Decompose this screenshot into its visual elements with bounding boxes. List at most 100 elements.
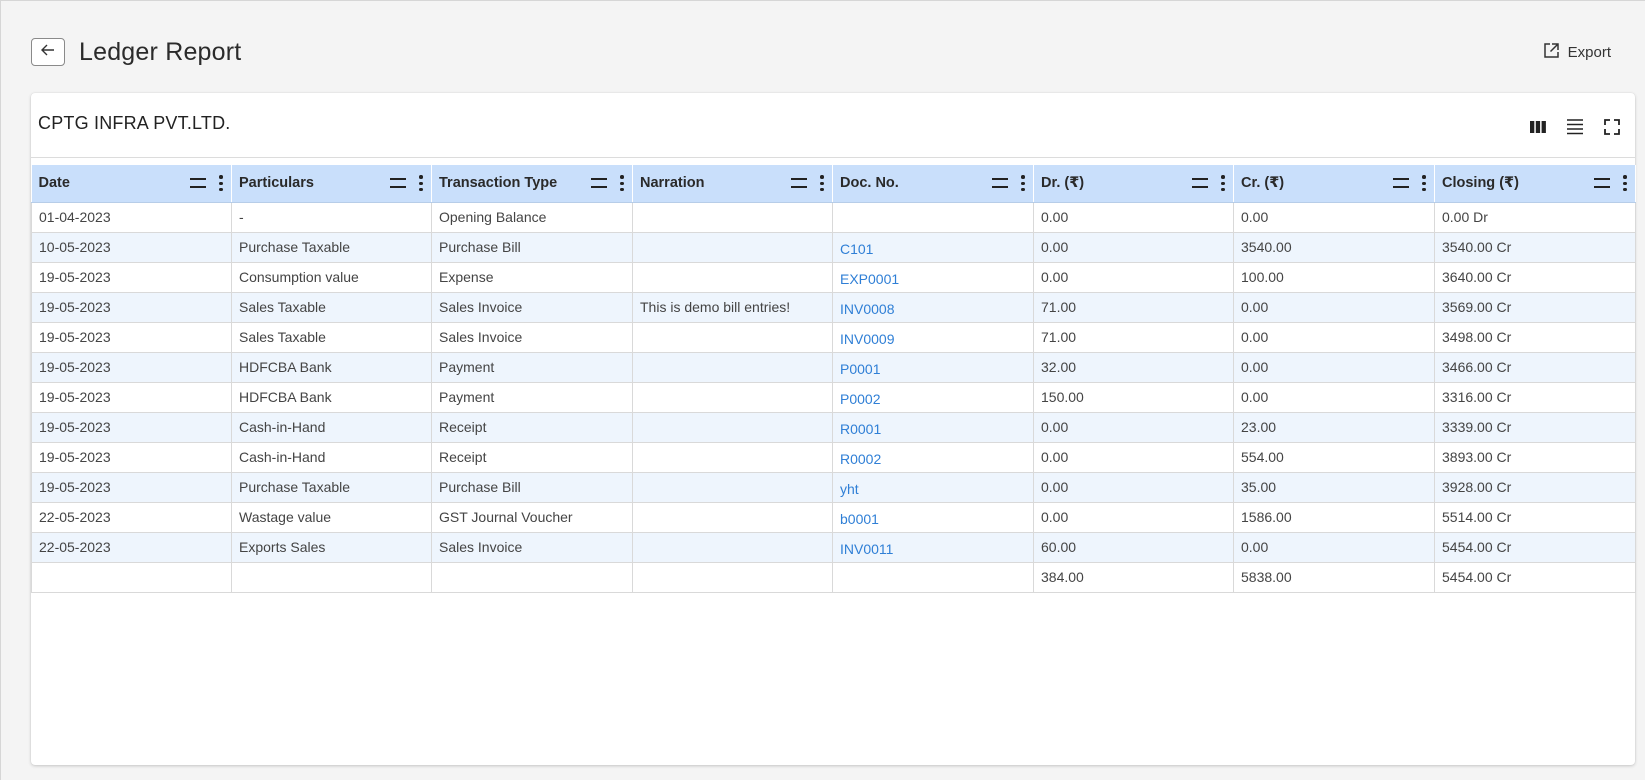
cell-credit: 554.00	[1233, 442, 1435, 473]
cell-closing: 5454.00 Cr	[1434, 562, 1636, 593]
cell-doc-no[interactable]: R0002	[832, 442, 1034, 473]
cell-credit: 0.00	[1233, 382, 1435, 413]
cell-transaction-type: Expense	[431, 262, 633, 293]
export-label: Export	[1567, 43, 1611, 61]
column-header-doc-no[interactable]: Doc. No.	[832, 165, 1034, 203]
cell-debit: 0.00	[1033, 262, 1234, 293]
cell-narration	[632, 202, 833, 233]
cell-particulars: HDFCBA Bank	[231, 352, 432, 383]
column-menu-icon[interactable]	[418, 175, 424, 192]
cell-credit: 1586.00	[1233, 502, 1435, 533]
column-menu-icon[interactable]	[619, 175, 625, 192]
fullscreen-icon[interactable]	[1602, 117, 1621, 136]
cell-particulars: Cash-in-Hand	[231, 412, 432, 443]
drag-handle-icon[interactable]	[791, 178, 807, 189]
column-header-label: Dr. (₹)	[1041, 175, 1085, 192]
cell-transaction-type: Sales Invoice	[431, 292, 633, 323]
column-menu-icon[interactable]	[1020, 175, 1026, 192]
cell-closing: 5454.00 Cr	[1434, 532, 1636, 563]
cell-doc-no[interactable]: EXP0001	[832, 262, 1034, 293]
card-header: CPTG INFRA PVT.LTD.	[31, 93, 1635, 158]
drag-handle-icon[interactable]	[1594, 178, 1610, 189]
cell-credit: 100.00	[1233, 262, 1435, 293]
column-header-label: Particulars	[239, 175, 314, 192]
columns-icon[interactable]	[1528, 117, 1547, 136]
column-header-label: Doc. No.	[840, 175, 899, 192]
cell-closing: 3466.00 Cr	[1434, 352, 1636, 383]
table-row: 19-05-2023 Purchase Taxable Purchase Bill y…	[31, 472, 1636, 503]
cell-credit: 35.00	[1233, 472, 1435, 503]
cell-narration	[632, 502, 833, 533]
cell-credit: 0.00	[1233, 202, 1435, 233]
column-menu-icon[interactable]	[1622, 175, 1628, 192]
cell-transaction-type	[431, 562, 633, 593]
cell-closing: 0.00 Dr	[1434, 202, 1636, 233]
cell-particulars: Consumption value	[231, 262, 432, 293]
drag-handle-icon[interactable]	[390, 178, 406, 189]
table-row: 19-05-2023 HDFCBA Bank Payment P0002 150.00 0…	[31, 382, 1636, 413]
export-button[interactable]: Export	[1543, 42, 1615, 63]
column-header-label: Transaction Type	[439, 175, 558, 192]
cell-particulars: Cash-in-Hand	[231, 442, 432, 473]
table-row: 19-05-2023 HDFCBA Bank Payment P0001 32.00 0.…	[31, 352, 1636, 383]
drag-handle-icon[interactable]	[591, 178, 607, 189]
column-menu-icon[interactable]	[218, 175, 224, 192]
page-header: Ledger Report Export	[31, 37, 1615, 67]
cell-narration	[632, 262, 833, 293]
cell-credit: 23.00	[1233, 412, 1435, 443]
app-frame: Ledger Report Export CPTG INFRA PVT.LTD.	[0, 0, 1645, 780]
cell-particulars: Sales Taxable	[231, 292, 432, 323]
export-icon	[1543, 42, 1560, 63]
cell-debit: 0.00	[1033, 232, 1234, 263]
column-menu-icon[interactable]	[1220, 175, 1226, 192]
column-menu-icon[interactable]	[1421, 175, 1427, 192]
cell-doc-no[interactable]: P0001	[832, 352, 1034, 383]
column-header-narration[interactable]: Narration	[632, 165, 833, 203]
cell-doc-no[interactable]: R0001	[832, 412, 1034, 443]
cell-doc-no[interactable]: b0001	[832, 502, 1034, 533]
column-header-transaction-type[interactable]: Transaction Type	[431, 165, 633, 203]
column-header-label: Cr. (₹)	[1241, 175, 1285, 192]
drag-handle-icon[interactable]	[190, 178, 206, 189]
cell-transaction-type: GST Journal Voucher	[431, 502, 633, 533]
cell-date: 01-04-2023	[31, 202, 232, 233]
cell-doc-no[interactable]: C101	[832, 232, 1034, 263]
cell-doc-no[interactable]: INV0009	[832, 322, 1034, 353]
cell-closing: 5514.00 Cr	[1434, 502, 1636, 533]
cell-date: 19-05-2023	[31, 322, 232, 353]
column-header-date[interactable]: Date	[31, 165, 232, 203]
cell-debit: 0.00	[1033, 472, 1234, 503]
cell-debit: 71.00	[1033, 292, 1234, 323]
cell-credit: 5838.00	[1233, 562, 1435, 593]
cell-transaction-type: Payment	[431, 382, 633, 413]
cell-narration	[632, 352, 833, 383]
column-header-closing[interactable]: Closing (₹)	[1434, 165, 1636, 203]
cell-transaction-type: Purchase Bill	[431, 232, 633, 263]
column-menu-icon[interactable]	[819, 175, 825, 192]
column-header-debit[interactable]: Dr. (₹)	[1033, 165, 1234, 203]
back-button[interactable]	[31, 38, 65, 66]
column-header-particulars[interactable]: Particulars	[231, 165, 432, 203]
cell-narration	[632, 232, 833, 263]
cell-doc-no[interactable]: INV0011	[832, 532, 1034, 563]
cell-date: 19-05-2023	[31, 442, 232, 473]
cell-transaction-type: Sales Invoice	[431, 322, 633, 353]
column-header-credit[interactable]: Cr. (₹)	[1233, 165, 1435, 203]
cell-transaction-type: Receipt	[431, 442, 633, 473]
cell-doc-no[interactable]: INV0008	[832, 292, 1034, 323]
drag-handle-icon[interactable]	[1393, 178, 1409, 189]
table-header-row: Date Particulars Transaction Type Narration…	[31, 165, 1636, 203]
cell-transaction-type: Opening Balance	[431, 202, 633, 233]
cell-particulars: -	[231, 202, 432, 233]
totals-row: 384.00 5838.00 5454.00 Cr	[31, 562, 1636, 593]
cell-debit: 384.00	[1033, 562, 1234, 593]
cell-doc-no[interactable]: P0002	[832, 382, 1034, 413]
cell-date: 19-05-2023	[31, 412, 232, 443]
drag-handle-icon[interactable]	[992, 178, 1008, 189]
cell-debit: 60.00	[1033, 532, 1234, 563]
table-row: 10-05-2023 Purchase Taxable Purchase Bill C…	[31, 232, 1636, 263]
density-icon[interactable]	[1565, 117, 1584, 136]
cell-doc-no[interactable]: yht	[832, 472, 1034, 503]
drag-handle-icon[interactable]	[1192, 178, 1208, 189]
table-row: 19-05-2023 Cash-in-Hand Receipt R0002 0.00 55…	[31, 442, 1636, 473]
